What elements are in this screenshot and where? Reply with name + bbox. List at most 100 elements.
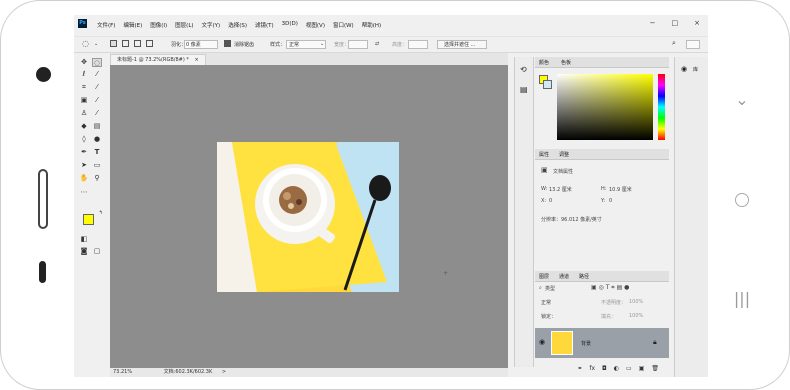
width-input[interactable] xyxy=(348,40,368,49)
group-icon[interactable]: ▭ xyxy=(626,365,632,375)
tab-color[interactable]: 颜色 xyxy=(539,59,549,66)
type-tool-icon[interactable]: T xyxy=(92,148,102,157)
tab-adjustments[interactable]: 调整 xyxy=(559,151,569,158)
visibility-eye-icon[interactable]: ◉ xyxy=(539,338,545,346)
eraser-tool-icon[interactable]: ◆ xyxy=(79,122,89,131)
x-value[interactable]: 0 xyxy=(549,198,552,204)
new-selection-icon[interactable] xyxy=(110,40,117,49)
layer-row[interactable]: ◉ 背景 🔒︎ xyxy=(535,328,669,358)
menu-3d[interactable]: 3D(D) xyxy=(282,21,298,29)
pen-tool-icon[interactable]: ✒ xyxy=(79,148,89,157)
y-value[interactable]: 0 xyxy=(609,198,612,204)
tab-paths[interactable]: 路径 xyxy=(579,273,589,280)
adjustment-icon[interactable]: ◐ xyxy=(614,365,619,375)
tab-properties[interactable]: 属性 xyxy=(539,151,549,158)
color-field[interactable] xyxy=(557,74,653,140)
workspace-icon[interactable] xyxy=(686,40,700,49)
hand-tool-icon[interactable]: ✋ xyxy=(79,174,89,183)
status-arrow[interactable]: > xyxy=(222,369,226,375)
menu-layer[interactable]: 图层(L) xyxy=(175,21,193,29)
marquee-tool-icon[interactable]: ◌ xyxy=(92,58,102,67)
hue-slider[interactable] xyxy=(658,74,665,140)
width-value[interactable]: 13.2 厘米 xyxy=(549,186,572,193)
screen-mode-icon[interactable]: ▢ xyxy=(92,247,102,256)
default-colors-icon[interactable]: ◧ xyxy=(79,235,89,244)
intersect-selection-icon[interactable] xyxy=(146,40,153,49)
menu-view[interactable]: 视图(V) xyxy=(306,21,325,29)
close-icon[interactable]: × xyxy=(194,57,198,63)
fill-value[interactable]: 100% xyxy=(629,313,643,319)
recents-icon[interactable]: ||| xyxy=(731,288,753,310)
gradient-tool-icon[interactable]: ▤ xyxy=(92,122,102,131)
swap-icon[interactable]: ⇄ xyxy=(375,41,379,47)
tab-channels[interactable]: 通道 xyxy=(559,273,569,280)
menu-help[interactable]: 帮助(H) xyxy=(362,21,381,29)
foreground-color-swatch[interactable] xyxy=(83,214,94,225)
document-tab[interactable]: 未标题-1 @ 73.2%(RGB/8#) * × xyxy=(110,54,206,65)
width-label: W: xyxy=(541,186,548,192)
zoom-level[interactable]: 73.21% xyxy=(113,369,132,375)
close-button[interactable]: × xyxy=(694,19,700,27)
new-layer-icon[interactable]: ▣ xyxy=(639,365,645,375)
tab-swatches[interactable]: 色板 xyxy=(561,59,571,66)
height-input[interactable] xyxy=(408,40,428,49)
layer-filter-icons[interactable]: ▣ ◎ T ⌗ ▤ ● xyxy=(591,284,629,292)
menu-file[interactable]: 文件(F) xyxy=(97,21,115,29)
blend-mode-select[interactable]: 正常 xyxy=(541,299,551,306)
home-button[interactable] xyxy=(735,193,749,207)
background-color-swatch[interactable] xyxy=(543,80,552,89)
window-controls: − □ × xyxy=(650,19,700,27)
more-tools-icon[interactable]: ⋯ xyxy=(79,188,89,197)
link-icon[interactable]: ⚭ xyxy=(577,365,582,375)
path-select-tool-icon[interactable]: ➤ xyxy=(79,161,89,170)
quick-select-tool-icon[interactable]: ⁄ xyxy=(92,70,102,79)
layer-name[interactable]: 背景 xyxy=(581,340,591,347)
opacity-value[interactable]: 100% xyxy=(629,299,643,305)
actions-icon[interactable]: ▤ xyxy=(520,85,528,94)
quick-mask-icon[interactable]: ◙ xyxy=(79,247,89,256)
marquee-preset-icon[interactable]: ◌ xyxy=(82,39,89,48)
history-icon[interactable]: ⟲ xyxy=(520,65,527,74)
power-button[interactable] xyxy=(39,261,46,283)
menu-edit[interactable]: 编辑(E) xyxy=(123,21,142,29)
width-label: 宽度： xyxy=(334,42,350,48)
antialias-checkbox[interactable] xyxy=(224,40,231,49)
menu-select[interactable]: 选择(S) xyxy=(228,21,247,29)
volume-button[interactable] xyxy=(38,169,48,229)
menu-window[interactable]: 窗口(W) xyxy=(333,21,354,29)
crop-tool-icon[interactable]: ⌗ xyxy=(79,83,89,92)
layer-kind-filter[interactable]: 类型 xyxy=(545,285,555,292)
search-icon[interactable]: ⌕ xyxy=(672,39,676,48)
document-icon: ▣ xyxy=(541,166,548,174)
swap-colors-icon[interactable]: ↰ xyxy=(96,209,106,218)
canvas-area[interactable]: + xyxy=(110,65,508,368)
subtract-selection-icon[interactable] xyxy=(134,40,141,49)
rectangle-tool-icon[interactable]: ▭ xyxy=(92,161,102,170)
fx-icon[interactable]: fx xyxy=(589,365,595,375)
lasso-tool-icon[interactable]: ℓ xyxy=(79,70,89,79)
add-selection-icon[interactable] xyxy=(122,40,129,49)
y-label: Y: xyxy=(601,198,606,204)
menu-type[interactable]: 文字(Y) xyxy=(202,21,221,29)
healing-tool-icon[interactable]: ▣ xyxy=(79,96,89,105)
brush-tool-icon[interactable]: ⁄ xyxy=(92,96,102,105)
move-tool-icon[interactable]: ✥ xyxy=(79,58,89,67)
delete-icon[interactable]: 🗑︎ xyxy=(651,365,659,375)
chevron-down-icon[interactable]: ⌄ xyxy=(731,89,753,111)
menu-image[interactable]: 图像(I) xyxy=(150,21,167,29)
color-panel xyxy=(535,68,669,145)
maximize-button[interactable]: □ xyxy=(672,19,679,27)
stamp-tool-icon[interactable]: ♙ xyxy=(79,109,89,118)
minimize-button[interactable]: − xyxy=(650,19,656,27)
tab-layers[interactable]: 图层 xyxy=(539,273,549,280)
libraries-icon[interactable]: ◉ xyxy=(681,65,687,73)
dropdown-arrow-icon[interactable]: ⌄ xyxy=(94,41,98,47)
history-brush-icon[interactable]: ⁄ xyxy=(92,109,102,118)
eyedropper-tool-icon[interactable]: ⁄ xyxy=(92,83,102,92)
height-value[interactable]: 10.9 厘米 xyxy=(609,186,632,193)
dodge-tool-icon[interactable]: ● xyxy=(92,135,102,144)
menu-filter[interactable]: 滤镜(T) xyxy=(255,21,274,29)
zoom-tool-icon[interactable]: ⚲ xyxy=(92,174,102,183)
mask-icon[interactable]: ◘ xyxy=(602,365,607,375)
blur-tool-icon[interactable]: ◊ xyxy=(79,135,89,144)
